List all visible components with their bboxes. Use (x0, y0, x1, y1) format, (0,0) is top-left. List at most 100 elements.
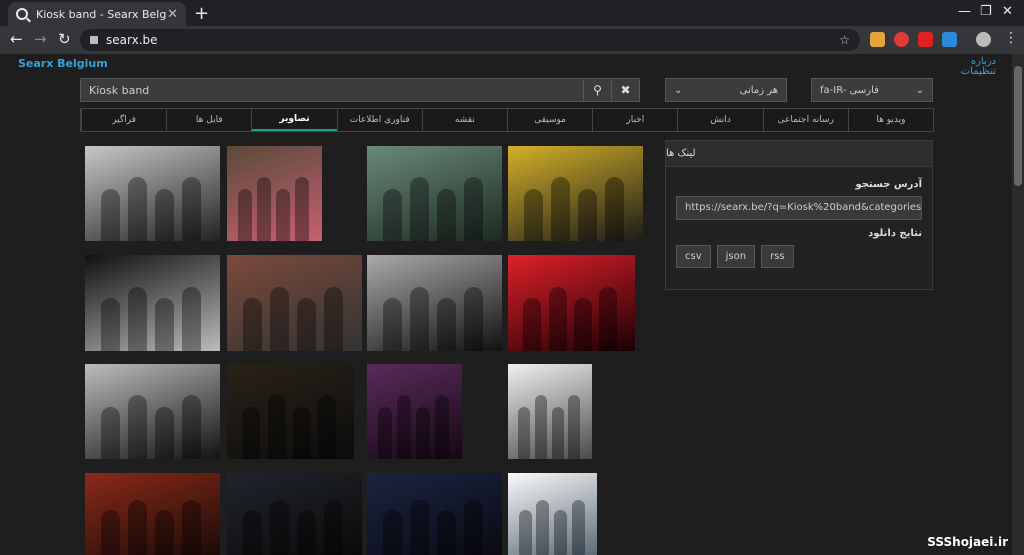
image-figure (155, 298, 174, 351)
image-figure (410, 500, 429, 555)
header-links: درباره تنظیمات (961, 57, 996, 77)
category-tab[interactable]: تصاویر (251, 109, 337, 131)
result-image-2[interactable] (227, 146, 322, 241)
site-brand[interactable]: Searx Belgium (18, 57, 108, 70)
image-figure (297, 298, 316, 351)
extension-icon-4[interactable] (942, 32, 957, 47)
bookmark-star-icon[interactable]: ☆ (839, 33, 850, 47)
result-image-13[interactable] (85, 473, 220, 555)
result-image-3[interactable] (367, 146, 502, 241)
menu-kebab-icon[interactable]: ⋮ (1004, 30, 1018, 46)
result-image-1[interactable] (85, 146, 220, 241)
result-image-12[interactable] (508, 364, 592, 459)
minimize-icon[interactable]: — (958, 4, 971, 19)
search-icon: ⚲ (593, 83, 602, 97)
time-range-select[interactable]: ⌄ هر زمانی (665, 78, 787, 102)
image-figure (383, 510, 402, 555)
close-window-icon[interactable]: ✕ (1002, 4, 1013, 19)
result-image-9[interactable] (85, 364, 220, 459)
category-tab[interactable]: فایل ها (166, 109, 251, 131)
scrollbar-thumb[interactable] (1014, 66, 1022, 186)
image-figure (551, 177, 570, 241)
back-icon[interactable]: ← (10, 30, 23, 48)
image-figure (243, 298, 262, 351)
result-image-10[interactable] (227, 364, 354, 459)
search-button[interactable]: ⚲ (584, 78, 612, 102)
address-bar[interactable]: searx.be ☆ (80, 29, 860, 51)
result-image-11[interactable] (367, 364, 462, 459)
image-figure (295, 177, 309, 241)
reload-icon[interactable]: ↻ (58, 30, 71, 48)
image-figure (155, 510, 174, 555)
watermark: SSShojaei.ir (927, 535, 1008, 549)
result-image-6[interactable] (227, 255, 362, 351)
category-tab[interactable]: نقشه (421, 109, 507, 131)
profile-avatar[interactable] (976, 32, 991, 47)
result-image-16[interactable] (508, 473, 597, 555)
category-tabs: ویدیو ها رسانه اجتماعی دانش اخبار موسیقی نقشه… (80, 108, 934, 132)
image-figure (536, 500, 549, 555)
download-csv-button[interactable]: csv (676, 245, 711, 268)
clear-search-button[interactable]: ✖ (612, 78, 640, 102)
youtube-icon[interactable] (918, 32, 933, 47)
image-figure (324, 287, 343, 351)
image-figure (293, 407, 311, 459)
image-figure (383, 189, 402, 241)
image-figure (410, 287, 429, 351)
image-figure (410, 177, 429, 241)
image-figure (268, 395, 286, 459)
restore-icon[interactable]: ❐ (980, 4, 992, 19)
extension-icon-1[interactable] (870, 32, 885, 47)
image-figure (242, 407, 260, 459)
image-figure (549, 287, 567, 351)
category-tab[interactable]: دانش (677, 109, 762, 131)
category-tab[interactable]: فراگیر (80, 109, 166, 131)
category-tab[interactable]: فناوری اطلاعات (336, 109, 422, 131)
category-tab[interactable]: رسانه اجتماعی (762, 109, 848, 131)
image-figure (572, 500, 585, 555)
result-image-15[interactable] (367, 473, 502, 555)
image-figure (276, 189, 290, 241)
search-url-field[interactable]: https://searx.be/?q=Kiosk%20band&categor… (676, 196, 922, 220)
image-figure (437, 189, 456, 241)
category-tab[interactable]: ویدیو ها (847, 109, 933, 131)
extension-icon-2[interactable] (894, 32, 909, 47)
result-image-7[interactable] (367, 255, 502, 351)
image-figure (243, 510, 262, 555)
image-figure (518, 407, 530, 459)
search-input[interactable]: Kiosk band (80, 78, 584, 102)
download-rss-button[interactable]: rss (761, 245, 794, 268)
image-figure (182, 287, 201, 351)
image-figure (128, 500, 147, 555)
result-image-8[interactable] (508, 255, 635, 351)
image-figure (238, 189, 252, 241)
image-figure (574, 298, 592, 351)
result-image-4[interactable] (508, 146, 643, 241)
settings-link[interactable]: تنظیمات (961, 67, 996, 77)
browser-tab[interactable]: Kiosk band - Searx Belgium ✕ (8, 2, 186, 26)
time-range-value: هر زمانی (739, 84, 778, 96)
tab-title: Kiosk band - Searx Belgium (36, 7, 167, 21)
image-figure (535, 395, 547, 459)
category-tab[interactable]: اخبار (592, 109, 677, 131)
close-tab-icon[interactable]: ✕ (167, 7, 178, 22)
language-select[interactable]: fa-IR- فارسی ⌄ (811, 78, 933, 102)
new-tab-button[interactable]: + (194, 3, 209, 24)
image-figure (552, 407, 564, 459)
image-figure (155, 407, 174, 459)
image-figure (519, 510, 532, 555)
page-scrollbar[interactable] (1012, 54, 1024, 555)
image-figure (270, 287, 289, 351)
forward-icon[interactable]: → (34, 30, 47, 48)
chevron-down-icon: ⌄ (915, 84, 924, 96)
download-json-button[interactable]: json (716, 245, 756, 268)
image-figure (318, 395, 336, 459)
image-figure (578, 189, 597, 241)
image-figure (155, 189, 174, 241)
close-icon: ✖ (620, 83, 631, 97)
result-image-5[interactable] (85, 255, 220, 351)
category-tab[interactable]: موسیقی (506, 109, 592, 131)
image-figure (270, 500, 289, 555)
result-image-14[interactable] (227, 473, 362, 555)
browser-tabstrip: Kiosk band - Searx Belgium ✕ + — ❐ ✕ (0, 0, 1024, 26)
